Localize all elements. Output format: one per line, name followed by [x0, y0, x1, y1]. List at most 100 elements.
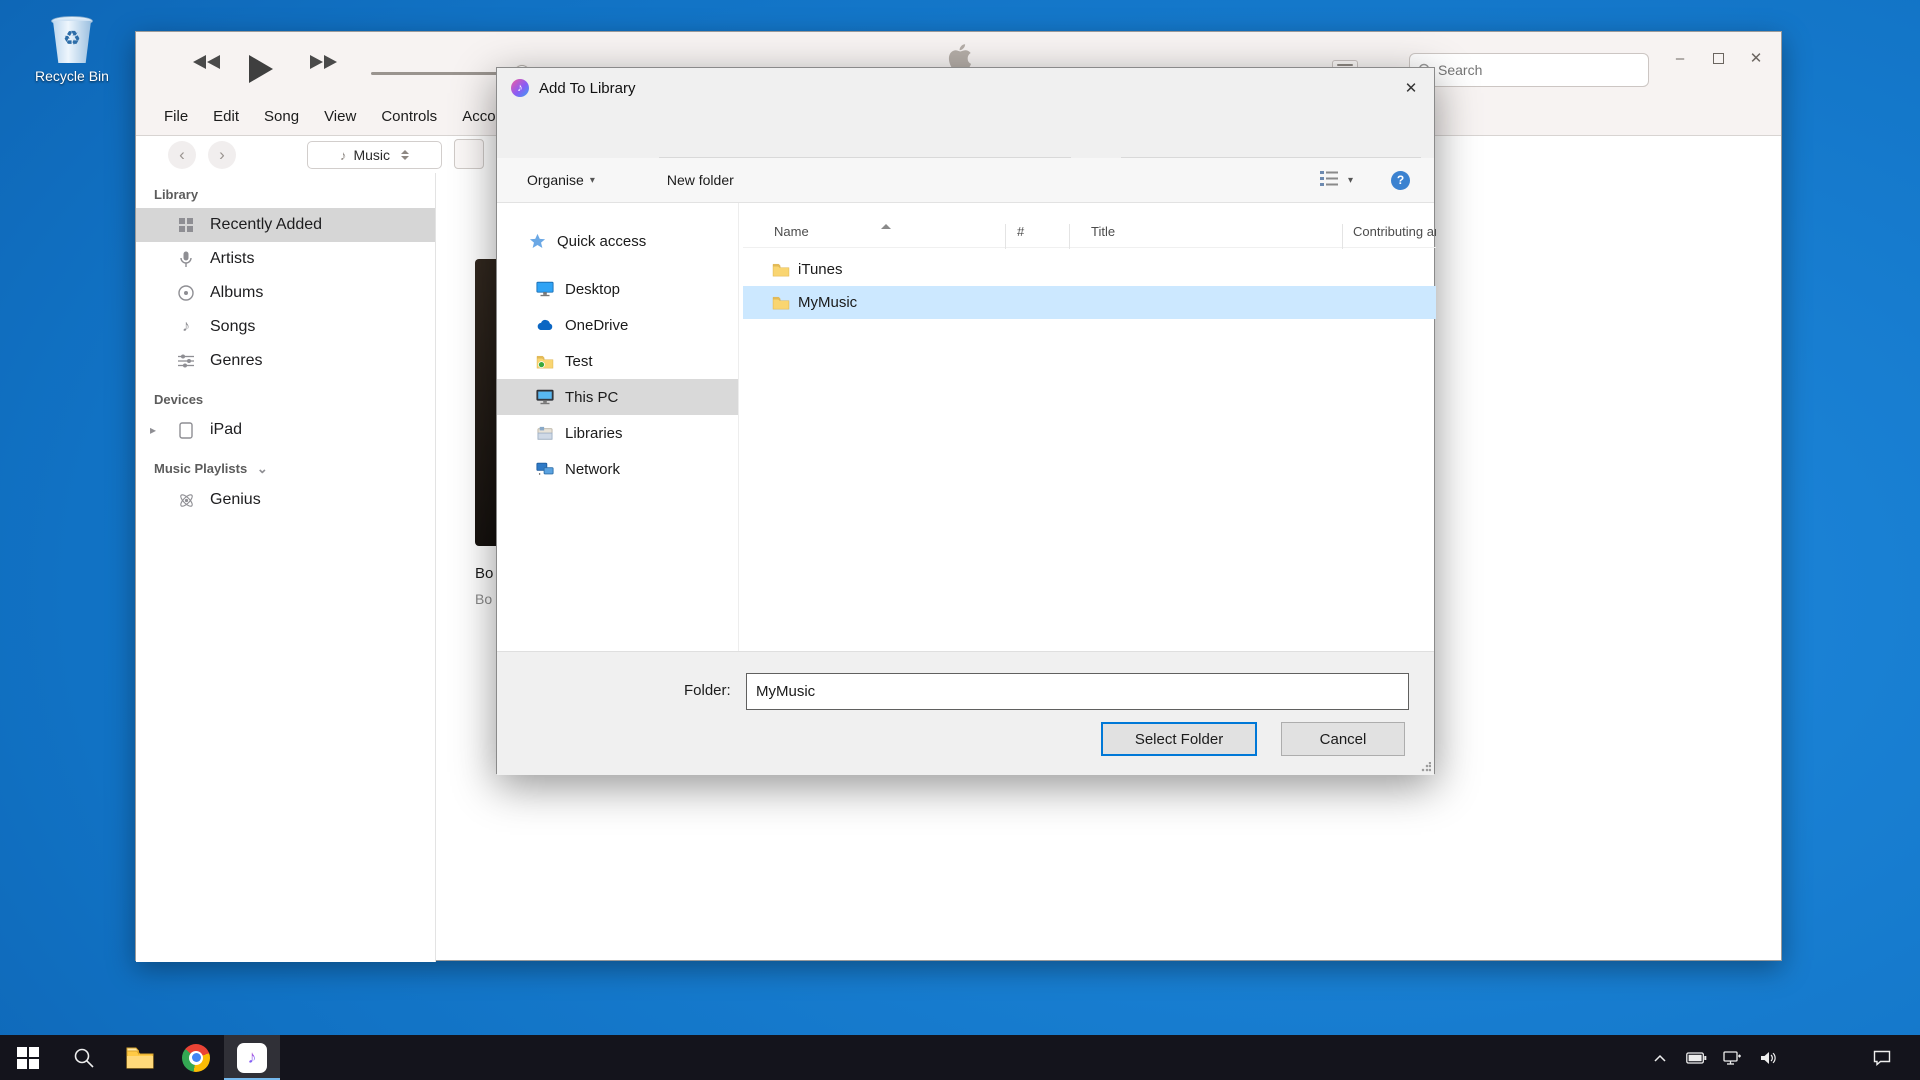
volume-icon[interactable]: [1750, 1035, 1786, 1080]
action-center-icon[interactable]: [1862, 1035, 1902, 1080]
navpane-item-test[interactable]: Test: [497, 343, 738, 379]
file-list-header: Name # Title Contributing artists: [743, 215, 1436, 248]
library-header: Library: [136, 173, 435, 208]
view-mode-button[interactable]: [1320, 171, 1338, 189]
cloud-icon: [535, 319, 555, 331]
album-title: Bo: [475, 565, 493, 582]
network-icon: [535, 461, 555, 477]
navpane-item-libraries[interactable]: Libraries: [497, 415, 738, 451]
column-number[interactable]: #: [1017, 224, 1024, 239]
resize-grip[interactable]: [1421, 762, 1431, 772]
menu-song[interactable]: Song: [264, 108, 299, 125]
fast-forward-icon: [308, 54, 338, 70]
column-title[interactable]: Title: [1091, 224, 1115, 239]
music-note-icon: ♪: [176, 318, 196, 336]
recycle-bin-icon[interactable]: ♻ Recycle Bin: [26, 14, 118, 84]
microphone-icon: [176, 251, 196, 268]
taskbar-chrome-button[interactable]: [168, 1035, 224, 1080]
tray-expand-icon[interactable]: [1642, 1035, 1678, 1080]
file-list: Name # Title Contributing artists iTunes…: [743, 203, 1436, 651]
folder-name-input[interactable]: [746, 673, 1409, 710]
sidebar-item-songs[interactable]: ♪ Songs: [136, 310, 435, 344]
sidebar-item-genius[interactable]: Genius: [136, 483, 435, 517]
album-subtitle: Bo: [475, 591, 492, 607]
playlists-header-label: Music Playlists: [154, 461, 247, 476]
taskbar-search-button[interactable]: [56, 1035, 112, 1080]
sidebar-item-recently-added[interactable]: Recently Added: [136, 208, 435, 242]
maximize-button[interactable]: [1702, 44, 1734, 72]
desktop-monitor-icon: [535, 281, 555, 297]
sidebar-item-label: iPad: [210, 421, 242, 439]
navpane-item-this-pc[interactable]: This PC: [497, 379, 738, 415]
itunes-icon: ♪: [237, 1043, 267, 1073]
taskbar-itunes-button[interactable]: ♪: [224, 1035, 280, 1080]
dialog-close-button[interactable]: ✕: [1388, 68, 1434, 108]
column-name[interactable]: Name: [774, 224, 809, 239]
start-button[interactable]: [0, 1035, 56, 1080]
expand-arrow-icon[interactable]: ▸: [150, 423, 156, 437]
file-row-mymusic[interactable]: MyMusic: [743, 286, 1436, 319]
dialog-navigation-bar: ← → ⌄ ↑ ♪ › This PC › Music › ⌄: [497, 108, 1434, 158]
sidebar-item-ipad[interactable]: ▸ iPad: [136, 413, 435, 447]
itunes-menubar: File Edit Song View Controls Account: [164, 108, 516, 125]
rewind-button[interactable]: [192, 54, 222, 70]
organise-button[interactable]: Organise ▾: [527, 172, 595, 188]
recycle-bin-label: Recycle Bin: [26, 68, 118, 84]
folder-icon: [772, 295, 790, 310]
sidebar-item-label: Artists: [210, 250, 254, 268]
view-mode-caret-icon[interactable]: ▾: [1348, 175, 1353, 186]
dialog-title-bar: ♪ Add To Library: [497, 68, 1434, 108]
navpane-item-label: Desktop: [565, 281, 620, 298]
navpane-item-network[interactable]: Network: [497, 451, 738, 487]
folder-icon: [772, 262, 790, 277]
menu-view[interactable]: View: [324, 108, 356, 125]
navpane-item-label: Test: [565, 353, 593, 370]
navpane-item-onedrive[interactable]: OneDrive: [497, 307, 738, 343]
sidebar-item-label: Genres: [210, 352, 262, 370]
media-kind-selector[interactable]: ♪ Music: [307, 141, 442, 169]
dialog-navigation-pane: Quick access Desktop OneDrive: [497, 203, 739, 651]
new-folder-button[interactable]: New folder: [667, 172, 734, 188]
file-row-itunes[interactable]: iTunes: [743, 253, 1436, 286]
file-row-label: MyMusic: [798, 294, 857, 311]
sidebar-item-artists[interactable]: Artists: [136, 242, 435, 276]
taskbar-file-explorer-button[interactable]: [112, 1035, 168, 1080]
menu-file[interactable]: File: [164, 108, 188, 125]
search-icon: [73, 1047, 95, 1069]
navpane-item-label: Libraries: [565, 425, 623, 442]
chevron-down-icon: ⌄: [257, 461, 268, 476]
dialog-footer: Folder: Select Folder Cancel: [497, 651, 1434, 775]
column-contributing-artists[interactable]: Contributing artists: [1353, 224, 1436, 239]
sort-ascending-icon: [881, 224, 891, 229]
libraries-icon: [535, 426, 555, 441]
itunes-search-input[interactable]: [1438, 62, 1640, 78]
sidebar-item-label: Recently Added: [210, 216, 322, 234]
sidebar-item-genres[interactable]: Genres: [136, 344, 435, 378]
folder-label: Folder:: [684, 682, 731, 699]
select-folder-button[interactable]: Select Folder: [1101, 722, 1257, 756]
itunes-search-box: [1409, 53, 1649, 87]
sidebar-item-albums[interactable]: Albums: [136, 276, 435, 310]
menu-controls[interactable]: Controls: [381, 108, 437, 125]
battery-icon[interactable]: [1678, 1035, 1714, 1080]
itunes-app-icon: ♪: [511, 79, 529, 97]
itunes-sidebar: Library Recently Added Artists Albums: [136, 173, 436, 962]
navpane-item-label: OneDrive: [565, 317, 628, 334]
add-to-library-dialog: ♪ Add To Library ✕ ← → ⌄ ↑ ♪ › This PC ›…: [496, 67, 1435, 774]
nav-back-button[interactable]: ‹: [168, 141, 196, 169]
minimize-button[interactable]: –: [1664, 44, 1696, 72]
menu-edit[interactable]: Edit: [213, 108, 239, 125]
play-icon: [248, 54, 274, 84]
fast-forward-button[interactable]: [308, 54, 338, 70]
cancel-button[interactable]: Cancel: [1281, 722, 1405, 756]
close-button[interactable]: ✕: [1740, 44, 1772, 72]
nav-forward-button[interactable]: ›: [208, 141, 236, 169]
taskbar: ♪: [0, 1035, 1920, 1080]
play-button[interactable]: [248, 54, 274, 84]
navpane-item-desktop[interactable]: Desktop: [497, 271, 738, 307]
recently-added-icon: [176, 217, 196, 233]
network-icon[interactable]: [1714, 1035, 1750, 1080]
ipad-icon: [176, 422, 196, 439]
navpane-item-quick-access[interactable]: Quick access: [497, 223, 738, 259]
help-button[interactable]: ?: [1391, 171, 1410, 190]
